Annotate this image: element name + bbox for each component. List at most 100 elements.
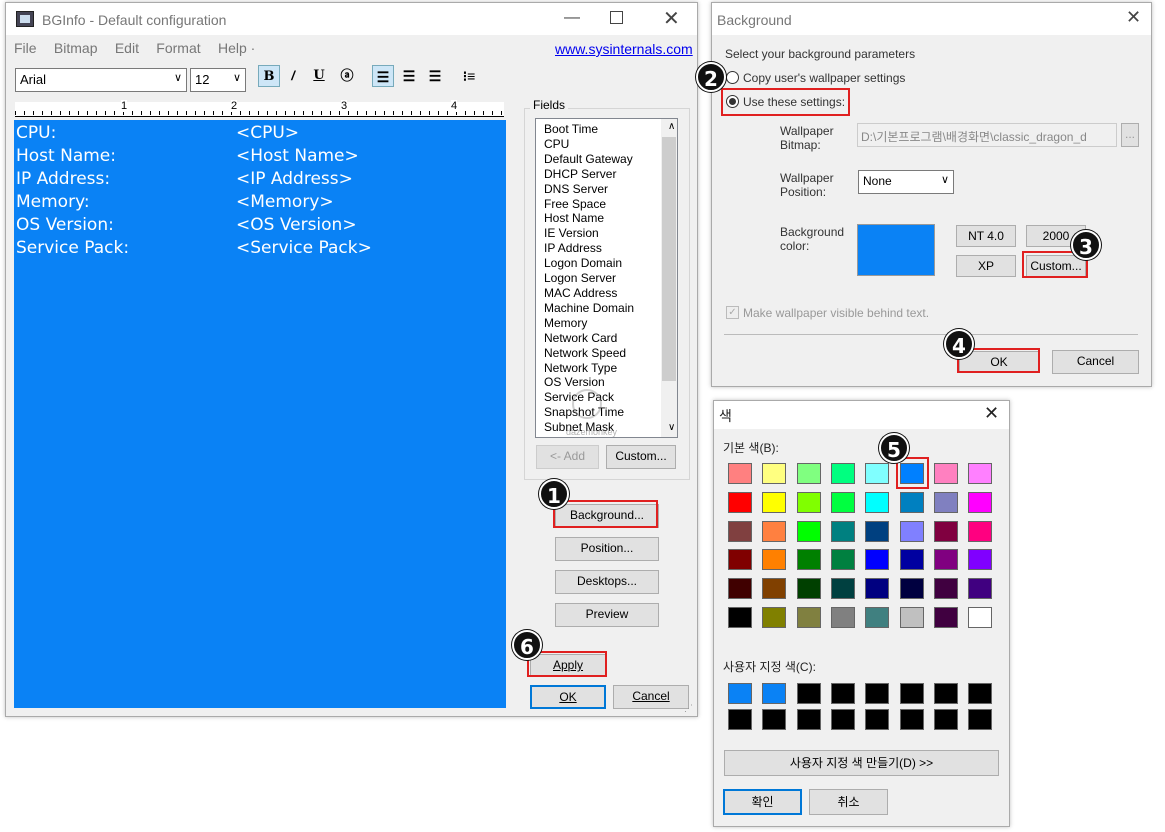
color-swatch[interactable] bbox=[899, 491, 924, 513]
field-item[interactable]: IP Address bbox=[540, 241, 677, 256]
menu-file[interactable]: File bbox=[14, 40, 37, 56]
color-swatch[interactable] bbox=[762, 709, 787, 730]
color-swatch[interactable] bbox=[865, 463, 890, 484]
color-swatch[interactable] bbox=[933, 683, 958, 704]
color-swatch[interactable] bbox=[830, 709, 855, 730]
align-right-icon[interactable]: ☰ bbox=[424, 65, 446, 87]
color-swatch[interactable] bbox=[899, 520, 924, 542]
color-swatch[interactable] bbox=[796, 683, 821, 704]
xp-button[interactable]: XP bbox=[956, 255, 1016, 277]
scroll-up-icon[interactable]: ∧ bbox=[664, 120, 675, 135]
color-swatch[interactable] bbox=[830, 491, 855, 513]
color-swatch[interactable] bbox=[899, 709, 924, 730]
color-swatch[interactable] bbox=[796, 520, 821, 542]
color-swatch[interactable] bbox=[899, 549, 924, 571]
color-swatch[interactable] bbox=[968, 463, 993, 484]
browse-button[interactable]: ... bbox=[1121, 123, 1139, 147]
field-item[interactable]: OS Version bbox=[540, 375, 677, 390]
scroll-thumb[interactable] bbox=[662, 137, 676, 381]
field-item[interactable]: Boot Time bbox=[540, 122, 677, 137]
close-icon[interactable]: ✕ bbox=[663, 6, 680, 31]
color-swatch[interactable] bbox=[865, 607, 890, 628]
color-swatch[interactable] bbox=[728, 578, 752, 600]
menu-help[interactable]: Help · bbox=[218, 40, 255, 56]
bold-button[interactable]: B bbox=[258, 65, 280, 87]
color-swatch[interactable] bbox=[933, 520, 958, 542]
color-swatch[interactable] bbox=[933, 463, 958, 484]
color-swatch[interactable] bbox=[968, 683, 993, 704]
color-swatch[interactable] bbox=[968, 549, 993, 571]
color-swatch[interactable] bbox=[728, 491, 752, 513]
field-item[interactable]: Machine Domain bbox=[540, 301, 677, 316]
bg-color-preview[interactable] bbox=[857, 224, 935, 276]
color-swatch[interactable] bbox=[796, 463, 821, 484]
color-swatch[interactable] bbox=[830, 520, 855, 542]
color-swatch[interactable] bbox=[968, 578, 993, 600]
color-swatch[interactable] bbox=[796, 709, 821, 730]
color-swatch[interactable] bbox=[830, 578, 855, 600]
close-icon[interactable]: ✕ bbox=[1126, 7, 1141, 28]
color-swatch[interactable] bbox=[762, 683, 787, 704]
maximize-icon[interactable] bbox=[610, 11, 623, 24]
color-swatch[interactable] bbox=[865, 683, 890, 704]
color-swatch[interactable] bbox=[796, 607, 821, 628]
text-editor[interactable]: CPU: <CPU> Host Name: <Host Name> IP Addre… bbox=[14, 120, 506, 708]
color-swatch[interactable] bbox=[865, 709, 890, 730]
field-item[interactable]: Logon Domain bbox=[540, 256, 677, 271]
color-swatch[interactable] bbox=[865, 520, 890, 542]
color-swatch[interactable] bbox=[728, 709, 752, 730]
background-cancel-button[interactable]: Cancel bbox=[1052, 350, 1139, 374]
font-select[interactable]: Arial ∨ bbox=[15, 68, 187, 92]
custom-field-button[interactable]: Custom... bbox=[606, 445, 676, 469]
copy-radio[interactable] bbox=[726, 71, 739, 84]
color-swatch[interactable] bbox=[899, 607, 924, 628]
color-swatch[interactable] bbox=[933, 607, 958, 628]
field-item[interactable]: Network Card bbox=[540, 331, 677, 346]
color-swatch[interactable] bbox=[865, 491, 890, 513]
wallpaper-bitmap-field[interactable]: D:\기본프로그램\배경화면\classic_dragon_d bbox=[857, 123, 1117, 147]
color-swatch[interactable] bbox=[933, 578, 958, 600]
fields-list[interactable]: Boot Time CPU Default Gateway DHCP Server DN… bbox=[535, 118, 678, 438]
align-center-icon[interactable]: ☰ bbox=[398, 65, 420, 87]
ok-button[interactable]: OK bbox=[530, 685, 606, 709]
color-swatch[interactable] bbox=[762, 549, 787, 571]
color-swatch[interactable] bbox=[796, 578, 821, 600]
color-icon[interactable]: ⓐ bbox=[336, 65, 358, 87]
color-swatch[interactable] bbox=[968, 607, 993, 628]
color-swatch[interactable] bbox=[762, 578, 787, 600]
bullets-icon[interactable]: ⁝≡ bbox=[458, 65, 480, 87]
field-item[interactable]: Snapshot Time bbox=[540, 405, 677, 420]
align-left-icon[interactable]: ☰ bbox=[372, 65, 394, 87]
color-swatch[interactable] bbox=[933, 709, 958, 730]
field-item[interactable]: Service Pack bbox=[540, 390, 677, 405]
menu-bitmap[interactable]: Bitmap bbox=[54, 40, 98, 56]
desktops-button[interactable]: Desktops... bbox=[555, 570, 659, 594]
field-item[interactable]: IE Version bbox=[540, 226, 677, 241]
color-swatch[interactable] bbox=[968, 491, 993, 513]
color-cancel-button[interactable]: 취소 bbox=[809, 789, 888, 815]
color-swatch[interactable] bbox=[728, 463, 752, 484]
field-item[interactable]: MAC Address bbox=[540, 286, 677, 301]
copy-option-label[interactable]: Copy user's wallpaper settings bbox=[743, 71, 905, 85]
color-swatch[interactable] bbox=[762, 491, 787, 513]
preview-button[interactable]: Preview bbox=[555, 603, 659, 627]
field-item[interactable]: Default Gateway bbox=[540, 152, 677, 167]
color-swatch[interactable] bbox=[796, 549, 821, 571]
wallpaper-position-select[interactable]: None ∨ bbox=[858, 170, 954, 194]
scrollbar[interactable]: ∧ ∨ bbox=[661, 119, 677, 437]
scroll-down-icon[interactable]: ∨ bbox=[664, 421, 675, 436]
italic-button[interactable]: / bbox=[282, 65, 304, 87]
field-item[interactable]: Memory bbox=[540, 316, 677, 331]
color-swatch[interactable] bbox=[968, 709, 993, 730]
color-swatch[interactable] bbox=[728, 549, 752, 571]
minimize-icon[interactable]: — bbox=[564, 9, 580, 27]
color-swatch[interactable] bbox=[762, 607, 787, 628]
color-swatch[interactable] bbox=[830, 463, 855, 484]
color-swatch[interactable] bbox=[933, 491, 958, 513]
color-swatch[interactable] bbox=[899, 578, 924, 600]
color-swatch[interactable] bbox=[796, 491, 821, 513]
color-swatch[interactable] bbox=[968, 520, 993, 542]
cancel-button[interactable]: Cancel bbox=[613, 685, 689, 709]
field-item[interactable]: Free Space bbox=[540, 197, 677, 212]
field-item[interactable]: Host Name bbox=[540, 211, 677, 226]
